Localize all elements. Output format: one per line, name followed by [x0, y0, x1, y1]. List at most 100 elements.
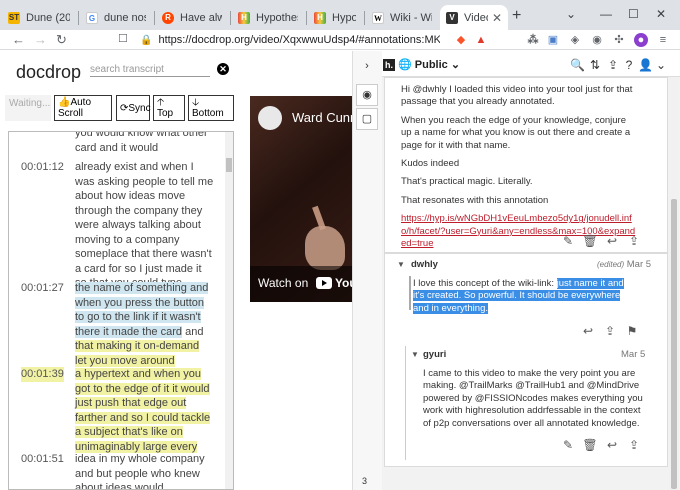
new-page-note-icon[interactable]: ▢: [356, 108, 378, 130]
reply-username[interactable]: gyuri: [423, 349, 446, 360]
url-text: https://docdrop.org/video/XqxwwuUdsp4/#a…: [158, 34, 440, 46]
edit-icon[interactable]: ✎: [557, 234, 579, 248]
transcript-timestamp[interactable]: 00:01:27: [21, 281, 64, 296]
transcript-list[interactable]: you would know what other card and it wo…: [8, 131, 234, 490]
docdrop-favicon-icon: V: [446, 11, 458, 24]
watch-on-youtube-bar[interactable]: Watch on YouTube: [250, 266, 358, 302]
delete-icon[interactable]: 🗑: [579, 438, 601, 452]
collapse-reply-icon[interactable]: ▼: [411, 350, 419, 359]
tab-label: Dune (2021): [26, 11, 70, 24]
youtube-logo-icon: [315, 277, 332, 289]
menu-icon[interactable]: ≡: [656, 33, 670, 47]
tab-search-icon[interactable]: ⌄: [566, 7, 576, 21]
tab-favicon: ST: [8, 11, 20, 24]
reply-thread-line: [405, 346, 406, 460]
back-icon[interactable]: ←: [12, 32, 25, 47]
profile-avatar-icon[interactable]: ●: [634, 33, 648, 47]
annotation-body: I love this concept of the wiki-link: ju…: [413, 278, 624, 314]
user-icon[interactable]: 👤: [638, 58, 653, 72]
bottom-label: Bottom: [192, 108, 224, 119]
forward-icon[interactable]: →: [34, 32, 47, 47]
maximize-icon[interactable]: ☐: [628, 7, 639, 21]
tab-hypothesis-2[interactable]: H Hypothesis: [308, 5, 362, 30]
annotation-card[interactable]: Hi @dwhly I loaded this video into your …: [384, 77, 668, 253]
top-button[interactable]: 🡡 Top: [153, 95, 185, 121]
sync-button[interactable]: ⟳Sync: [116, 95, 151, 121]
reply-icon[interactable]: ↩: [601, 234, 623, 248]
tag-icon[interactable]: ◈: [568, 33, 582, 47]
tab-dune[interactable]: ST Dune (2021): [2, 5, 76, 30]
wikipedia-icon: W: [372, 11, 384, 24]
annotation-card[interactable]: ▼ dwhly (edited) Mar 5 I love this conce…: [384, 253, 668, 467]
annotation-count-badge[interactable]: 3: [362, 476, 367, 486]
tab-google[interactable]: G dune noship: [80, 5, 152, 30]
hypothesis-favicon-icon: H: [238, 11, 250, 24]
transcript-scrollbar[interactable]: [225, 132, 233, 489]
brave-rewards-icon[interactable]: ▲: [474, 33, 488, 47]
extension-dark-icon[interactable]: ◉: [590, 33, 604, 47]
flag-icon[interactable]: ⚑: [621, 324, 643, 338]
reply-icon[interactable]: ↩: [601, 438, 623, 452]
youtube-video-embed[interactable]: Ward Cunn Watch on YouTube: [250, 96, 358, 302]
tab-hypothesis-1[interactable]: H Hypothesis: [232, 5, 304, 30]
share-icon[interactable]: ⇪: [606, 58, 620, 72]
transcript-timestamp[interactable]: 00:01:51: [21, 452, 64, 467]
close-window-icon[interactable]: ✕: [656, 7, 666, 21]
brave-shield-icon[interactable]: ◆: [454, 33, 468, 47]
transcript-search-input[interactable]: [90, 63, 210, 77]
sync-label: Sync: [128, 102, 151, 114]
group-selector[interactable]: 🌐 Public ⌄: [398, 58, 460, 71]
annotation-actions: ↩ ⇪ ⚑: [577, 324, 643, 338]
transcript-timestamp[interactable]: 00:01:39: [21, 367, 64, 382]
new-tab-button[interactable]: +: [512, 7, 521, 25]
hypothesis-scrollbar-thumb[interactable]: [671, 199, 677, 489]
reddit-icon: R: [162, 11, 174, 24]
share-annotation-icon[interactable]: ⇪: [599, 324, 621, 338]
edit-icon[interactable]: ✎: [557, 438, 579, 452]
auto-scroll-button[interactable]: 👍Auto Scroll: [54, 95, 112, 121]
address-bar[interactable]: 🔒 https://docdrop.org/video/XqxwwuUdsp4/…: [140, 31, 440, 49]
help-icon[interactable]: ?: [622, 58, 636, 72]
user-menu-chevron-icon[interactable]: ⌄: [654, 58, 668, 72]
delete-icon[interactable]: 🗑: [579, 234, 601, 248]
lock-icon: 🔒: [140, 34, 153, 46]
share-annotation-icon[interactable]: ⇪: [623, 234, 645, 248]
close-tab-icon[interactable]: ✕: [488, 11, 502, 25]
bookmark-icon[interactable]: ☐: [118, 32, 128, 45]
collapse-sidebar-icon[interactable]: ›: [356, 56, 378, 78]
tab-label: Have always: [180, 11, 222, 24]
clear-search-icon[interactable]: ✕: [217, 63, 229, 75]
quote-bar: [409, 276, 411, 310]
tab-reddit[interactable]: R Have always: [156, 5, 228, 30]
tab-video-active[interactable]: V Video: W ✕: [440, 5, 508, 30]
transcript-timestamp[interactable]: 00:01:12: [21, 160, 64, 175]
puzzle-icon[interactable]: ✣: [612, 33, 626, 47]
extension-blue-icon[interactable]: ▣: [546, 33, 560, 47]
docdrop-panel: docdrop ✕ Waiting... 👍Auto Scroll ⟳Sync …: [0, 51, 248, 490]
channel-avatar[interactable]: [258, 106, 282, 130]
collapse-thread-icon[interactable]: ▼: [397, 260, 405, 269]
reply-icon[interactable]: ↩: [577, 324, 599, 338]
transcript-text: a hypertext and when you got to the edge…: [75, 368, 211, 453]
hypothesis-logo-icon[interactable]: h.: [383, 59, 395, 71]
browser-toolbar: ← → ↻ ☐ 🔒 https://docdrop.org/video/Xqxw…: [0, 30, 680, 50]
reload-icon[interactable]: ↻: [56, 32, 67, 48]
video-title[interactable]: Ward Cunn: [292, 110, 357, 125]
sort-icon[interactable]: ⇅: [588, 58, 602, 72]
tab-wikipedia[interactable]: W Wiki - Wikip: [366, 5, 438, 30]
show-highlights-eye-icon[interactable]: ◉: [356, 84, 378, 106]
bottom-button[interactable]: 🡣 Bottom: [188, 95, 234, 121]
hypothesis-favicon-icon: H: [314, 11, 326, 24]
minimize-icon[interactable]: —: [600, 7, 612, 21]
public-icon: 🌐: [398, 59, 415, 71]
annotation-username[interactable]: dwhly: [411, 259, 438, 270]
arrow-down-icon: 🡣: [192, 97, 200, 108]
transcript-scrollbar-thumb[interactable]: [226, 158, 232, 172]
top-label: Top: [157, 108, 174, 119]
share-annotation-icon[interactable]: ⇪: [623, 438, 645, 452]
search-icon[interactable]: 🔍: [570, 58, 585, 72]
extension-icon[interactable]: ⁂: [526, 33, 540, 47]
hypothesis-panel: h. 🌐 Public ⌄ 🔍 ⇅ ⇪ ? 👤 ⌄ Hi @dwhly I lo…: [382, 51, 680, 490]
hypothesis-scrollbar[interactable]: [669, 77, 679, 490]
tab-label: Video: W: [464, 11, 488, 24]
